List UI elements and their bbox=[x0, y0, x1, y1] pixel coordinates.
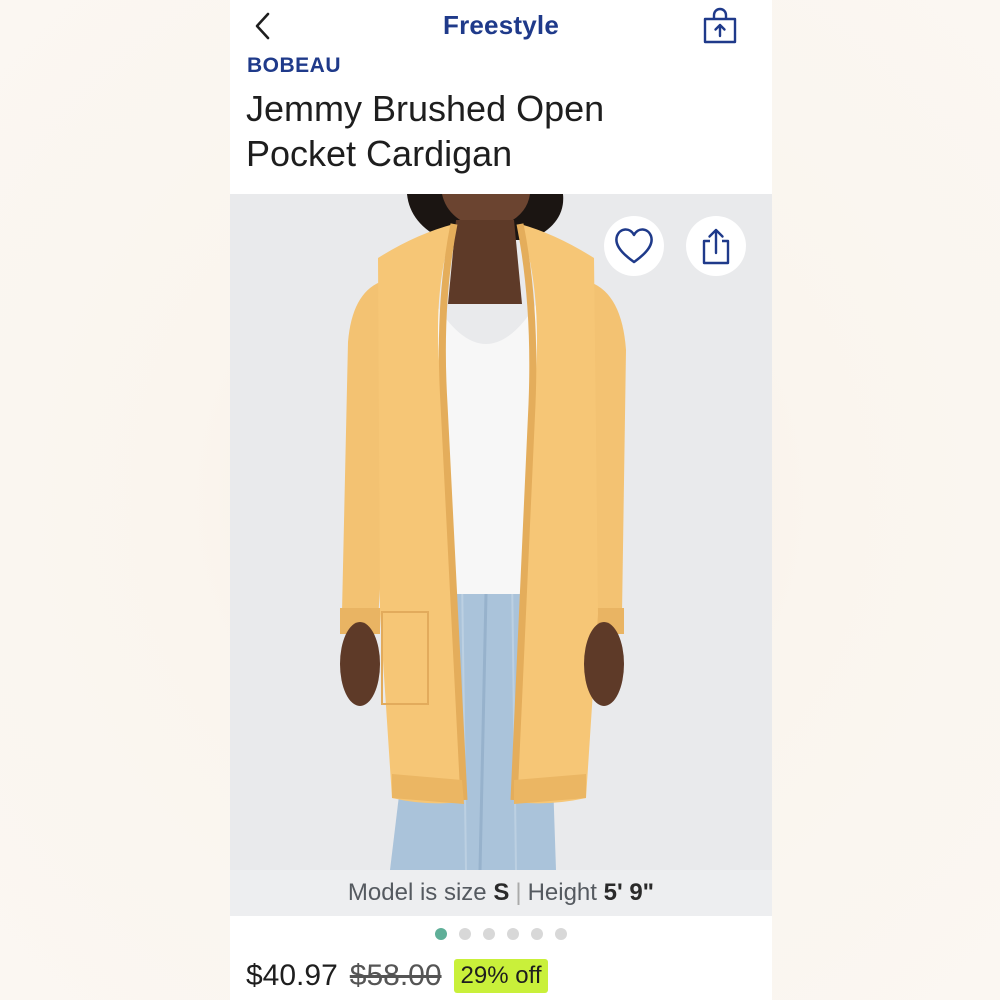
pagination-dot[interactable] bbox=[555, 928, 567, 940]
favorite-button[interactable] bbox=[604, 216, 664, 276]
model-height-label: Height bbox=[527, 879, 597, 906]
share-button[interactable] bbox=[686, 216, 746, 276]
model-size-value: S bbox=[493, 879, 510, 906]
image-pagination bbox=[230, 927, 772, 945]
current-price: $40.97 bbox=[246, 959, 338, 992]
product-title-line-1: Jemmy Brushed Open bbox=[246, 88, 605, 129]
model-height-value: 5' 9" bbox=[603, 879, 655, 906]
product-title-line-2: Pocket Cardigan bbox=[246, 133, 513, 174]
pagination-dot[interactable] bbox=[531, 928, 543, 940]
pagination-dot[interactable] bbox=[483, 928, 495, 940]
phone-screen: Freestyle BOBEAU Jemmy Brushed Open Pock… bbox=[230, 0, 772, 1000]
pagination-dot[interactable] bbox=[459, 928, 471, 940]
pagination-dot[interactable] bbox=[435, 928, 447, 940]
pagination-dot[interactable] bbox=[507, 928, 519, 940]
share-icon bbox=[702, 228, 730, 265]
product-title: Jemmy Brushed Open Pocket Cardigan bbox=[246, 86, 746, 176]
discount-badge: 29% off bbox=[453, 959, 549, 993]
original-price: $58.00 bbox=[349, 959, 442, 992]
model-size-prefix: Model is size bbox=[347, 879, 487, 906]
app-title: Freestyle bbox=[443, 10, 559, 40]
info-separator: | bbox=[515, 879, 522, 906]
top-bar: Freestyle bbox=[230, 0, 772, 52]
model-size-info: Model is size S | Height 5' 9" bbox=[230, 870, 772, 916]
shopping-bag-icon bbox=[703, 7, 737, 44]
product-image[interactable] bbox=[230, 194, 772, 870]
price-row: $40.97 $58.00 29% off bbox=[246, 956, 549, 996]
heart-icon bbox=[615, 228, 653, 264]
shopping-bag-button[interactable] bbox=[700, 6, 740, 46]
brand-name[interactable]: BOBEAU bbox=[247, 54, 341, 78]
model-photo bbox=[340, 194, 626, 870]
